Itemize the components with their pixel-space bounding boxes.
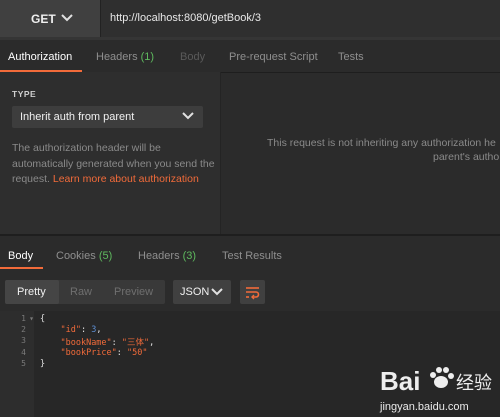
json-key: "bookPrice" (60, 347, 117, 358)
url-text: http://localhost:8080/getBook/3 (110, 12, 262, 24)
active-tab-indicator (0, 267, 43, 269)
line-number: 5 (21, 358, 26, 368)
json-punct: } (40, 358, 46, 369)
watermark-brand: Bai (380, 366, 420, 396)
json-punct: { (40, 314, 46, 324)
json-punct (40, 325, 60, 335)
method-label: GET (31, 12, 56, 26)
code-line: "bookName": "三体", (40, 336, 154, 348)
code-line: "bookPrice": "50" (40, 347, 148, 358)
json-punct: : (80, 325, 92, 336)
fold-toggle-icon[interactable]: ▾ (26, 314, 34, 323)
raw-button[interactable]: Raw (70, 286, 92, 298)
wrap-lines-icon (246, 287, 260, 300)
tab-authorization[interactable]: Authorization (8, 51, 72, 63)
pretty-label: Pretty (17, 286, 46, 298)
code-line: { (40, 314, 45, 324)
inherit-message: This request is not inheriting any autho… (267, 137, 496, 149)
preview-button[interactable]: Preview (114, 286, 153, 298)
type-label: TYPE (12, 89, 37, 99)
line-number: 2 (21, 325, 26, 335)
json-punct: , (149, 338, 155, 349)
inherit-message-cont: parent's autho (433, 151, 500, 163)
tab-response-headers[interactable]: Headers (3) (138, 250, 196, 262)
chevron-down-icon (182, 112, 194, 120)
json-punct (40, 348, 60, 358)
line-number: 1 (21, 314, 26, 323)
tab-response-body[interactable]: Body (8, 250, 33, 262)
json-punct: : (116, 347, 128, 358)
code-line: } (40, 359, 45, 369)
learn-more-link[interactable]: Learn more about authorization (53, 173, 199, 185)
watermark-url: jingyan.baidu.com (379, 401, 469, 413)
tab-tests[interactable]: Tests (338, 51, 364, 63)
line-number: 4 (21, 347, 26, 357)
json-punct: , (96, 325, 102, 336)
format-label: JSON (180, 286, 210, 298)
watermark-brand-tail: 经验 (456, 373, 492, 394)
json-string: "50" (127, 347, 148, 358)
tab-body[interactable]: Body (180, 51, 205, 63)
chevron-down-icon (211, 288, 223, 296)
chevron-down-icon[interactable] (60, 11, 74, 25)
tab-pre-request-script[interactable]: Pre-request Script (229, 51, 318, 63)
code-line: "id": 3, (40, 325, 101, 335)
auth-description: The authorization header will be automat… (12, 142, 215, 185)
tab-headers[interactable]: Headers (1) (96, 51, 154, 63)
tab-test-results[interactable]: Test Results (222, 250, 282, 262)
line-number: 3 (21, 336, 26, 346)
tab-cookies[interactable]: Cookies (5) (56, 250, 112, 262)
json-key: "id" (60, 325, 81, 336)
auth-type-value: Inherit auth from parent (20, 111, 135, 123)
baidu-jingyan-watermark: Bai 经验 jingyan.baidu.com (379, 366, 492, 413)
